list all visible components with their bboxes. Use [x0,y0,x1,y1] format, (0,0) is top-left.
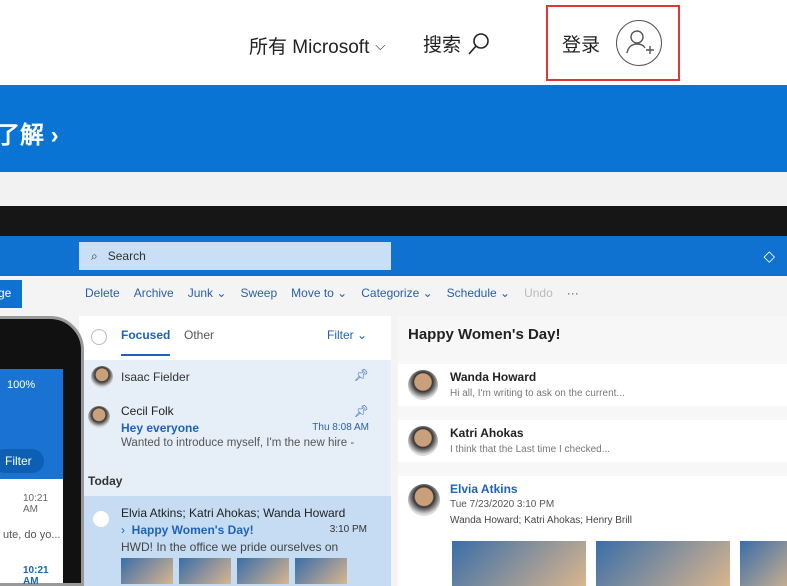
preview: Hi all, I'm writing to ask on the curren… [450,388,625,399]
search-icon [468,32,489,55]
search-button[interactable]: 搜索 [423,30,491,57]
time: Thu 8:08 AM [312,422,369,433]
avatar [408,370,438,400]
tab-other[interactable]: Other [184,328,214,342]
phone-mockup: 100% Filter 10:21 AM ute, do yo... 10:21… [0,316,84,586]
archive-button[interactable]: Archive [134,286,174,300]
reading-pane: Happy Women's Day! Wanda Howard Hi all, … [398,316,787,586]
sender: Isaac Fielder [121,370,190,384]
preview: I think that the Last time I checked... [450,444,611,455]
message-list: Focused Other Filter ⌄ Isaac Fielder 📌︎ … [79,316,391,586]
subject: Happy Women's Day! [131,523,254,537]
time: 10:21 AM [23,565,49,586]
sender[interactable]: Elvia Atkins [450,482,518,496]
time: 10:21 AM [23,493,49,515]
login-button[interactable]: 登录 [546,5,680,81]
chevron-down-icon: ⌵ [375,37,386,53]
new-message-button[interactable]: ge [0,280,22,308]
site-header: 所有 Microsoft ⌵ 搜索 登录 [0,0,787,85]
all-microsoft-label: 所有 Microsoft [249,37,370,58]
all-microsoft-menu[interactable]: 所有 Microsoft ⌵ [249,32,385,59]
open-message: Elvia Atkins Tue 7/23/2020 3:10 PM Wanda… [398,476,787,586]
attachment-thumbnails [121,558,347,584]
avatar [91,366,113,388]
pin-icon: 📌︎ [353,404,369,418]
list-item[interactable]: Isaac Fielder 📌︎ [79,366,391,396]
pin-icon: 📌︎ [353,368,369,382]
user-add-icon [616,20,663,66]
sender: Wanda Howard [450,370,537,384]
outlook-screenshot: ⌕ Search ◇ ge Delete Archive Junk ⌄ Sweep… [0,236,787,586]
new-message-label: ge [0,286,12,300]
message-checkbox[interactable] [93,511,109,527]
move-to-button[interactable]: Move to ⌄ [291,286,347,300]
delete-button[interactable]: Delete [85,286,120,300]
section-header: Today [88,474,123,488]
tab-focused[interactable]: Focused [121,328,171,356]
promo-banner: 了解 › [0,85,787,172]
more-button[interactable]: ··· [567,286,579,300]
list-tabs: Focused Other Filter ⌄ [79,316,391,360]
thread-message[interactable]: Katri Ahokas I think that the Last time … [398,420,787,462]
junk-button[interactable]: Junk ⌄ [188,286,227,300]
schedule-button[interactable]: Schedule ⌄ [447,286,510,300]
date: Tue 7/23/2020 3:10 PM [450,499,555,510]
mail-toolbar: Delete Archive Junk ⌄ Sweep Move to ⌄ Ca… [85,286,579,300]
mail-search-box[interactable]: ⌕ Search [79,242,391,270]
avatar [408,426,438,456]
subject: Hey everyone [121,421,200,435]
thread-message[interactable]: Wanda Howard Hi all, I'm writing to ask … [398,364,787,406]
search-label: 搜索 [423,35,462,56]
premium-diamond-icon: ◇ [763,248,775,265]
phone-filter-button[interactable]: Filter [0,449,44,473]
hero-background [0,172,787,206]
sender: Elvia Atkins; Katri Ahokas; Wanda Howard [121,506,346,520]
message-title: Happy Women's Day! [408,326,561,343]
sender: Katri Ahokas [450,426,524,440]
undo-button[interactable]: Undo [524,286,553,300]
list-item[interactable]: Cecil Folk 📌︎ Hey everyone Thu 8:08 AM W… [79,404,391,454]
sender: Cecil Folk [121,404,174,418]
list-item-selected[interactable]: Elvia Atkins; Katri Ahokas; Wanda Howard… [79,496,391,586]
preview: Wanted to introduce myself, I'm the new … [121,437,355,449]
device-bezel [0,206,787,236]
avatar [408,484,440,516]
avatar [88,406,110,428]
search-icon: ⌕ [91,248,98,263]
recipients: Wanda Howard; Katri Ahokas; Henry Brill [450,515,632,526]
categorize-button[interactable]: Categorize ⌄ [361,286,432,300]
expand-icon: › [121,523,132,537]
battery-status: 100% [7,379,36,391]
select-all-checkbox[interactable] [91,329,107,345]
search-placeholder: Search [107,249,146,263]
sweep-button[interactable]: Sweep [240,286,277,300]
preview: HWD! In the office we pride ourselves on [121,540,339,554]
phone-header: 100% Filter [0,369,63,479]
login-label: 登录 [562,34,601,56]
learn-more-link[interactable]: 了解 › [0,115,59,150]
phone-screen: 100% Filter 10:21 AM ute, do yo... 10:21… [0,369,63,586]
time: 3:10 PM [329,524,367,535]
outlook-topbar: ⌕ Search ◇ [0,236,787,276]
preview: ute, do yo... [3,529,61,541]
attached-images [452,541,787,586]
filter-button[interactable]: Filter ⌄ [327,328,367,342]
